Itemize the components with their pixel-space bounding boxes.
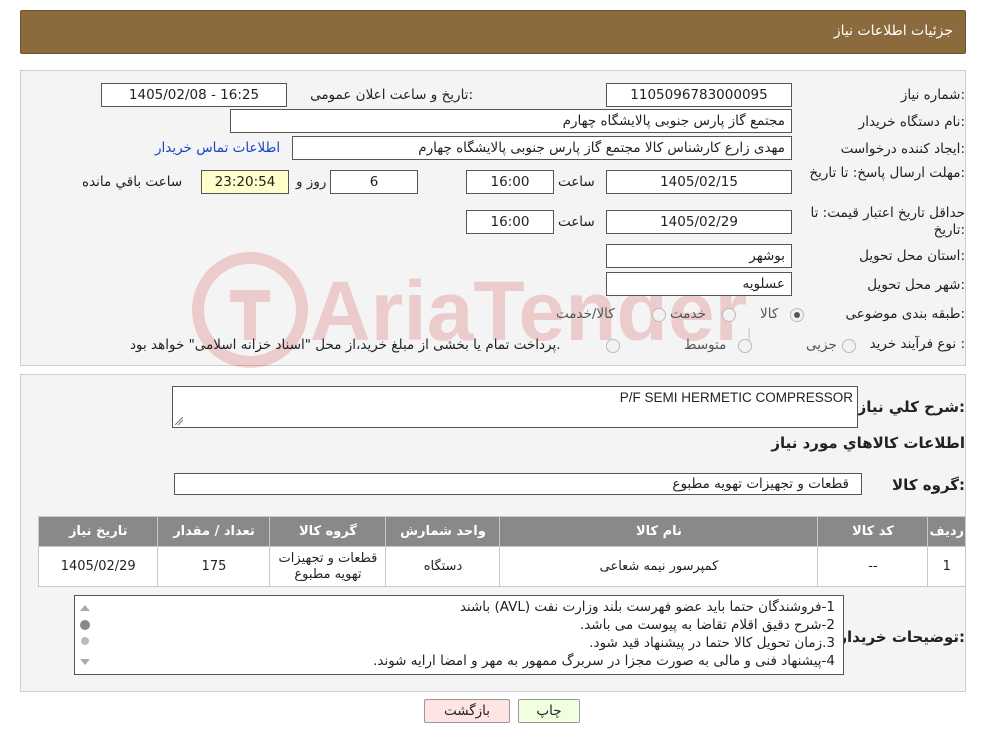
col-header-goods-group: گروه کالا [269,516,387,547]
page-header: جزئیات اطلاعات نیاز [20,10,966,54]
col-header-unit: واحد شمارش [385,516,501,547]
description-textarea[interactable]: P/F SEMI HERMETIC COMPRESSOR [172,386,858,428]
deadline-time-field: 16:00 [466,170,554,194]
remaining-time-field: 23:20:54 [201,170,289,194]
process-radio-minor[interactable] [842,339,856,353]
notes-line: 3.زمان تحویل کالا حتما در پیشنهاد قید شو… [589,635,835,651]
col-header-quantity: تعداد / مقدار [157,516,271,547]
buyer-contact-link[interactable]: اطلاعات تماس خریدار [155,140,280,156]
description-text: P/F SEMI HERMETIC COMPRESSOR [619,390,853,405]
remaining-time-label: ساعت باقي مانده [82,174,183,190]
resize-grip-icon[interactable] [175,417,183,425]
notes-label: توضیحات خریدار: [838,628,965,646]
cell-item-name: کمپرسور نیمه شعاعی [499,546,819,587]
col-header-need-date: تاریخ نیاز [37,516,159,547]
validity-time-label: ساعت [558,214,595,230]
notes-line: 2-شرح دقیق اقلام تقاضا به پیوست می باشد. [579,617,835,633]
category-service-label: خدمت [670,306,706,322]
city-field: عسلویه [606,272,792,296]
creator-label: ایجاد کننده درخواست: [840,141,965,157]
category-radio-goods[interactable] [790,308,804,322]
notes-line: 1-فروشندگان حتما باید عضو فهرست بلند وزا… [459,599,835,615]
category-radio-goods-service[interactable] [652,308,666,322]
items-section-title: اطلاعات کالاهاي مورد نیاز [771,434,965,452]
table-row: 1 -- کمپرسور نیمه شعاعی دستگاه قطعات و ت… [37,546,966,587]
col-header-item-name: نام کالا [499,516,819,547]
print-button[interactable]: چاپ [518,699,580,723]
validity-label: حداقل تاریخ اعتبار قیمت: تا تاریخ: [810,205,965,238]
notes-textarea[interactable]: 1-فروشندگان حتما باید عضو فهرست بلند وزا… [74,595,844,675]
category-radio-service[interactable] [722,308,736,322]
cell-row-number: 1 [927,546,966,587]
cell-quantity: 175 [157,546,271,587]
page-title: جزئیات اطلاعات نیاز [833,23,953,39]
announce-field: 1405/02/08 - 16:25 [101,83,287,107]
table-header-row: ردیف کد کالا نام کالا واحد شمارش گروه کا… [37,516,966,547]
cell-unit: دستگاه [385,546,501,587]
buyer-org-label: نام دستگاه خریدار: [858,114,965,130]
description-label: شرح کلي نیاز: [857,398,965,416]
buyer-org-field: مجتمع گاز پارس جنوبی پالایشگاه چهارم [230,109,792,133]
col-header-row-number: ردیف [927,516,966,547]
deadline-time-label: ساعت [558,174,595,190]
city-label: شهر محل تحویل: [867,277,965,293]
process-medium-label: متوسط [684,337,727,353]
notes-line: 4-پیشنهاد فنی و مالی به صورت مجزا در سرب… [373,653,835,669]
province-field: بوشهر [606,244,792,268]
validity-time-field: 16:00 [466,210,554,234]
back-button[interactable]: بازگشت [424,699,510,723]
process-radio-medium[interactable] [738,339,752,353]
process-treasury-note: پرداخت تمام یا بخشی از مبلغ خرید،از محل … [130,337,561,353]
category-goods-label: کالا [760,306,779,322]
process-minor-label: جزیی [806,337,837,353]
cell-item-code: -- [817,546,929,587]
announce-label: تاریخ و ساعت اعلان عمومی: [310,87,473,103]
need-number-label: شماره نیاز: [900,87,965,103]
goods-group-label: گروه کالا: [892,476,965,494]
notes-scrollbar[interactable] [76,597,94,673]
validity-date-field: 1405/02/29 [606,210,792,234]
scroll-down-icon [80,659,90,665]
cell-goods-group: قطعات و تجهیزات تهویه مطبوع [269,546,387,587]
process-radio-treasury[interactable] [606,339,620,353]
category-goods-service-label: کالا/خدمت [556,306,615,322]
deadline-label: مهلت ارسال پاسخ: تا تاریخ: [809,165,965,181]
process-label: نوع فرآیند خرید : [869,336,965,352]
col-header-item-code: کد کالا [817,516,929,547]
days-label: روز و [296,174,327,190]
scroll-up-icon [80,605,90,611]
goods-group-field: قطعات و تجهیزات تهویه مطبوع [174,473,862,495]
deadline-date-field: 1405/02/15 [606,170,792,194]
cell-need-date: 1405/02/29 [37,546,159,587]
category-label: طبقه بندی موضوعی: [845,306,965,322]
scroll-thumb [80,620,90,630]
creator-field: مهدی زارع کارشناس کالا مجتمع گاز پارس جن… [292,136,792,160]
items-table: ردیف کد کالا نام کالا واحد شمارش گروه کا… [37,516,966,587]
need-number-field: 1105096783000095 [606,83,792,107]
remaining-days-field: 6 [330,170,418,194]
province-label: استان محل تحویل: [859,248,965,264]
